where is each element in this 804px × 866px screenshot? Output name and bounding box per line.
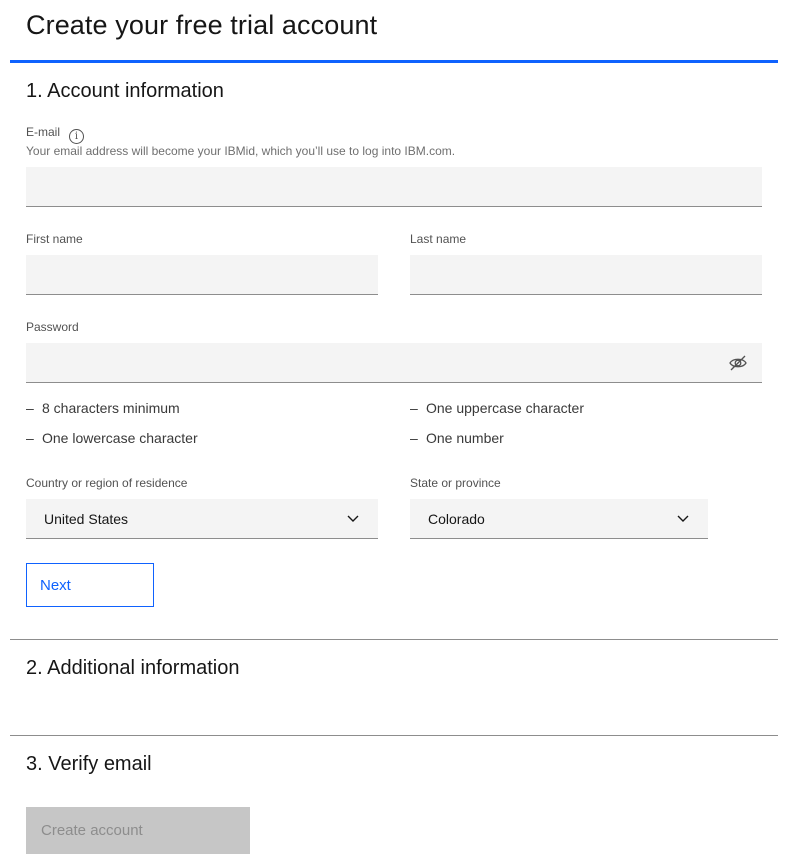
next-button[interactable]: Next (26, 563, 154, 607)
requirement-text: One number (426, 430, 504, 446)
country-selected-value: United States (44, 510, 129, 527)
requirement-dash: – (26, 430, 34, 446)
email-helper-text: Your email address will become your IBMi… (26, 144, 456, 158)
last-name-label: Last name (410, 232, 467, 246)
title-underline (10, 60, 778, 63)
section-divider (10, 639, 778, 640)
state-selected-value: Colorado (428, 510, 485, 527)
requirement-text: One lowercase character (42, 430, 198, 446)
section-heading-verify: 3. Verify email (26, 753, 152, 775)
chevron-down-icon (347, 515, 359, 522)
password-requirement: – One lowercase character (26, 430, 198, 446)
chevron-down-icon (677, 515, 689, 522)
password-label: Password (26, 320, 79, 334)
requirement-dash: – (410, 400, 418, 416)
section-heading-account: 1. Account information (26, 80, 224, 102)
password-requirement: –8 characters minimum (26, 400, 180, 416)
requirement-text: One uppercase character (426, 400, 584, 416)
password-requirement: – One uppercase character (410, 400, 584, 416)
last-name-field[interactable] (410, 255, 762, 295)
state-label: State or province (410, 476, 501, 490)
requirement-dash: – (26, 400, 34, 416)
info-icon[interactable]: i (69, 129, 85, 144)
first-name-field[interactable] (26, 255, 378, 295)
country-label: Country or region of residence (26, 476, 188, 490)
section-heading-additional: 2. Additional information (26, 657, 240, 679)
email-label-row: E-mail i (26, 125, 85, 144)
state-select[interactable]: Colorado (410, 499, 708, 539)
country-select[interactable]: United States (26, 499, 378, 539)
email-label: E-mail (26, 125, 61, 139)
eye-hidden-icon[interactable] (728, 354, 748, 372)
requirement-text: 8 characters minimum (42, 400, 180, 416)
create-account-button[interactable]: Create account (26, 807, 250, 854)
email-field[interactable] (26, 167, 762, 207)
page-title: Create your free trial account (26, 10, 378, 40)
password-requirement: – One number (410, 430, 504, 446)
requirement-dash: – (410, 430, 418, 446)
first-name-label: First name (26, 232, 83, 246)
password-field[interactable] (26, 343, 762, 383)
section-divider (10, 735, 778, 736)
